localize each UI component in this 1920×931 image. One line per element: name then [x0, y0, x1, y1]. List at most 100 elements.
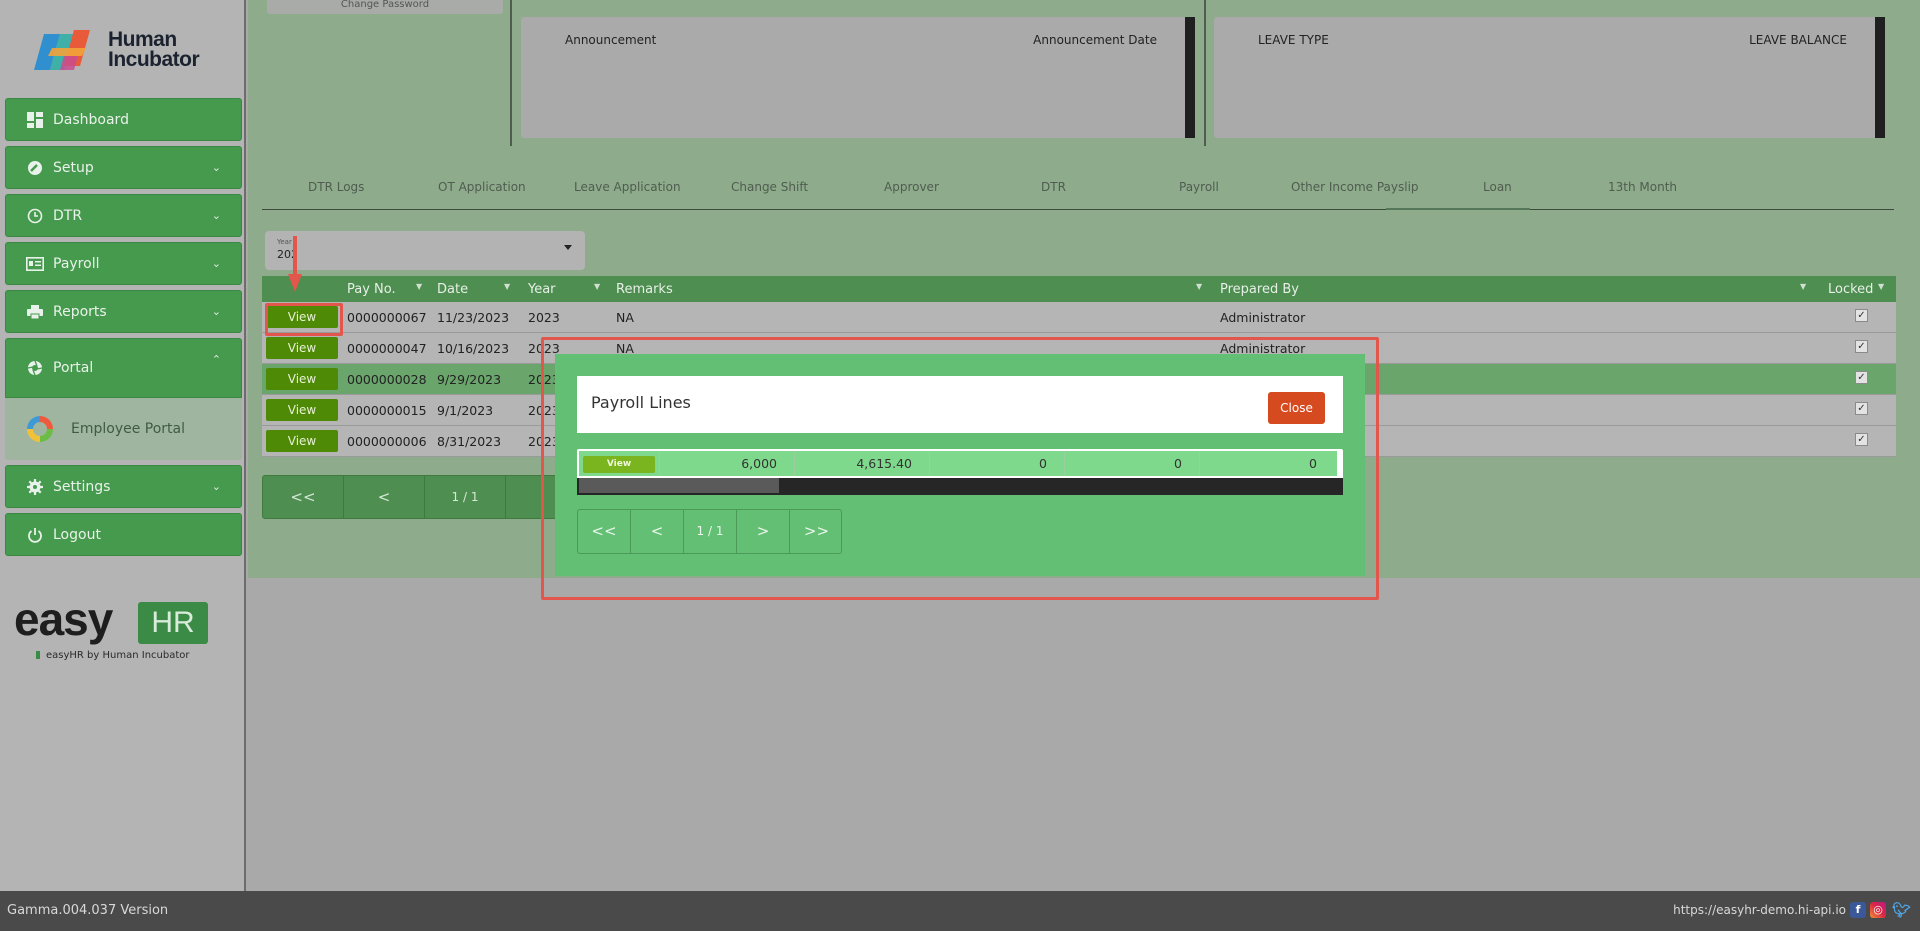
filter-icon[interactable]: ▼ [504, 282, 510, 291]
view-button[interactable]: View [266, 430, 338, 452]
change-password-button[interactable]: Change Password [267, 0, 503, 14]
twitter-icon[interactable]: 🐦︎ [1892, 902, 1911, 918]
cell-pay-no: 0000000015 [347, 403, 427, 418]
table-row[interactable]: View 6,000 4,615.40 0 0 0 [579, 451, 1337, 476]
cell-date: 8/31/2023 [437, 434, 502, 449]
tab-dtr[interactable]: DTR [1041, 180, 1066, 194]
first-page-button[interactable]: << [263, 476, 344, 518]
column-header-year[interactable]: Year [528, 282, 556, 297]
employee-portal-icon [27, 416, 53, 442]
view-button[interactable]: View [583, 456, 655, 473]
page-indicator: 1 / 1 [425, 476, 506, 518]
cell-date: 11/23/2023 [437, 310, 510, 325]
easyhr-logo-easy: easy [14, 593, 113, 645]
next-page-button[interactable]: > [737, 510, 790, 553]
prev-page-button[interactable]: < [631, 510, 684, 553]
column-header-locked[interactable]: Locked [1828, 282, 1873, 297]
first-page-button[interactable]: << [578, 510, 631, 553]
instagram-icon[interactable]: ◎ [1870, 902, 1886, 918]
view-button[interactable]: View [266, 337, 338, 359]
column-header-date[interactable]: Date [437, 282, 468, 297]
locked-checkbox[interactable]: ✓ [1855, 309, 1868, 322]
tab-leave-application[interactable]: Leave Application [574, 180, 681, 194]
sidebar-item-payroll[interactable]: Payroll ⌄ [5, 242, 242, 285]
view-button-highlight [265, 303, 343, 336]
tab-ot-application[interactable]: OT Application [438, 180, 526, 194]
chevron-down-icon: ⌄ [211, 480, 221, 493]
gear-icon [26, 478, 44, 496]
scrollbar-thumb[interactable] [579, 478, 779, 493]
locked-checkbox[interactable]: ✓ [1855, 402, 1868, 415]
horizontal-scrollbar[interactable] [577, 478, 1343, 495]
sidebar-item-dtr[interactable]: DTR ⌄ [5, 194, 242, 237]
view-button[interactable]: View [266, 368, 338, 390]
caret-down-icon [564, 245, 572, 250]
chevron-down-icon: ⌄ [211, 209, 221, 222]
scrollbar[interactable] [1875, 17, 1885, 138]
filter-icon[interactable]: ▼ [1878, 282, 1884, 291]
column-header-pay-no[interactable]: Pay No. [347, 282, 396, 297]
tab-approver[interactable]: Approver [884, 180, 939, 194]
locked-checkbox[interactable]: ✓ [1855, 433, 1868, 446]
cell-pay-no: 0000000067 [347, 310, 427, 325]
easyhr-tagline: easyHR by Human Incubator [36, 650, 190, 661]
version-label: Gamma.004.037 Version [7, 903, 169, 918]
cell-year: 2023 [528, 310, 560, 325]
logo-mark-icon [34, 30, 90, 70]
tab-dtr-logs[interactable]: DTR Logs [308, 180, 364, 194]
site-link[interactable]: https://easyhr-demo.hi-api.io [1673, 903, 1846, 917]
filter-icon[interactable]: ▼ [416, 282, 422, 291]
locked-checkbox[interactable]: ✓ [1855, 371, 1868, 384]
sidebar-item-label: DTR [53, 207, 83, 224]
sidebar-subitem-label: Employee Portal [71, 421, 186, 437]
cell-date: 10/16/2023 [437, 341, 510, 356]
sidebar-item-reports[interactable]: Reports ⌄ [5, 290, 242, 333]
tab-payroll[interactable]: Payroll [1179, 180, 1219, 194]
sidebar-item-logout[interactable]: Logout [5, 513, 242, 556]
leave-panel: LEAVE TYPE LEAVE BALANCE [1214, 17, 1885, 138]
sidebar-item-setup[interactable]: Setup ⌄ [5, 146, 242, 189]
cell-pay-no: 0000000006 [347, 434, 427, 449]
sidebar-subitem-employee-portal[interactable]: Employee Portal [5, 398, 242, 460]
modal-title: Payroll Lines [591, 393, 691, 412]
sidebar-item-label: Logout [53, 526, 101, 543]
announcement-header: Announcement [565, 33, 657, 47]
prev-page-button[interactable]: < [344, 476, 425, 518]
logo-line2: Incubator [108, 48, 200, 71]
sidebar-item-settings[interactable]: Settings ⌄ [5, 465, 242, 508]
year-select[interactable]: Year 202 [265, 231, 585, 270]
table-row[interactable]: View 0000000067 11/23/2023 2023 NA Admin… [262, 302, 1896, 333]
sidebar-item-label: Payroll [53, 255, 100, 272]
leave-type-header: LEAVE TYPE [1258, 33, 1329, 47]
power-icon [26, 526, 44, 544]
chevron-down-icon: ⌄ [211, 161, 221, 174]
last-page-button[interactable]: >> [790, 510, 843, 553]
filter-icon[interactable]: ▼ [1196, 282, 1202, 291]
facebook-icon[interactable]: f [1850, 902, 1866, 918]
close-button[interactable]: Close [1268, 392, 1325, 424]
column-header-remarks[interactable]: Remarks [616, 282, 673, 297]
tab-active-indicator [1386, 208, 1530, 210]
human-incubator-logo[interactable]: Human Incubator [34, 24, 224, 78]
sidebar-item-dashboard[interactable]: Dashboard [5, 98, 242, 141]
clock-icon [26, 207, 44, 225]
tab-loan[interactable]: Loan [1483, 180, 1512, 194]
cell-value: 0 [1174, 456, 1182, 471]
tab-13th-month[interactable]: 13th Month [1608, 180, 1677, 194]
scrollbar[interactable] [1185, 17, 1195, 138]
easyhr-logo: easy HR easyHR by Human Incubator [14, 592, 214, 662]
tab-other-income-payslip[interactable]: Other Income Payslip [1291, 180, 1419, 194]
cell-pay-no: 0000000047 [347, 341, 427, 356]
view-button[interactable]: View [266, 399, 338, 421]
table-header: Pay No. ▼ Date ▼ Year ▼ Remarks ▼ Prepar… [262, 276, 1896, 302]
cell-date: 9/1/2023 [437, 403, 494, 418]
chevron-down-icon: ⌄ [211, 257, 221, 270]
sidebar-item-portal[interactable]: Portal ⌃ [5, 338, 242, 398]
tab-change-shift[interactable]: Change Shift [731, 180, 808, 194]
filter-icon[interactable]: ▼ [1800, 282, 1806, 291]
filter-icon[interactable]: ▼ [594, 282, 600, 291]
locked-checkbox[interactable]: ✓ [1855, 340, 1868, 353]
column-header-prepared-by[interactable]: Prepared By [1220, 282, 1299, 297]
cell-prepared-by: Administrator [1220, 310, 1306, 325]
logo-text: Human Incubator [108, 29, 200, 71]
